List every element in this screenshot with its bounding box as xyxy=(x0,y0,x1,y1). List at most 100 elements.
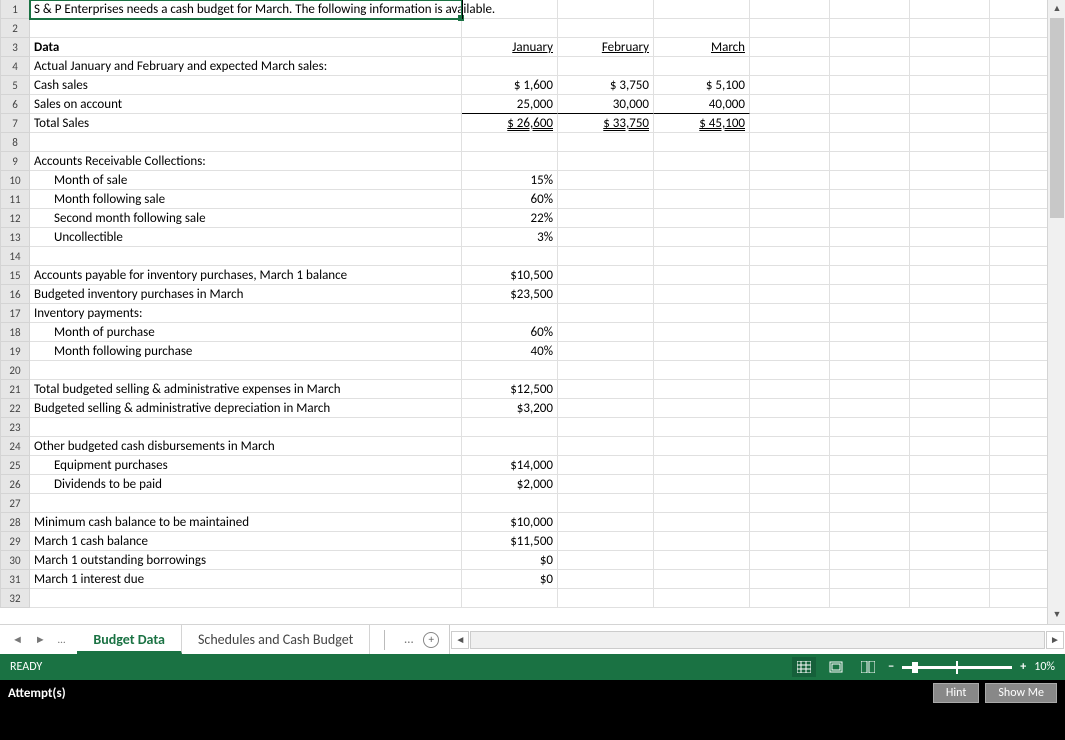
cell-B27[interactable] xyxy=(462,494,558,513)
cell-A11[interactable]: Month following sale xyxy=(30,190,462,209)
cell-C10[interactable] xyxy=(558,171,654,190)
cell-empty[interactable] xyxy=(910,152,990,171)
cell-A12[interactable]: Second month following sale xyxy=(30,209,462,228)
cell-empty[interactable] xyxy=(750,228,830,247)
cell-empty[interactable] xyxy=(750,76,830,95)
cell-empty[interactable] xyxy=(750,418,830,437)
row-header[interactable]: 18 xyxy=(0,323,30,342)
cell-empty[interactable] xyxy=(750,342,830,361)
row-header[interactable]: 3 xyxy=(0,38,30,57)
cell-B20[interactable] xyxy=(462,361,558,380)
cell-B13[interactable]: 3% xyxy=(462,228,558,247)
cell-C27[interactable] xyxy=(558,494,654,513)
cell-A14[interactable] xyxy=(30,247,462,266)
row-header[interactable]: 22 xyxy=(0,399,30,418)
cell-C30[interactable] xyxy=(558,551,654,570)
cell-empty[interactable] xyxy=(750,399,830,418)
cell-empty[interactable] xyxy=(910,494,990,513)
cell-empty[interactable] xyxy=(910,19,990,38)
cell-A4[interactable]: Actual January and February and expected… xyxy=(30,57,462,76)
cell-B18[interactable]: 60% xyxy=(462,323,558,342)
cell-empty[interactable] xyxy=(830,399,910,418)
cell-empty[interactable] xyxy=(750,589,830,608)
cell-empty[interactable] xyxy=(910,589,990,608)
cell-empty[interactable] xyxy=(750,494,830,513)
cell-B25[interactable]: $14,000 xyxy=(462,456,558,475)
scroll-down-arrow[interactable]: ▼ xyxy=(1048,606,1065,624)
show-me-button[interactable]: Show Me xyxy=(985,683,1057,703)
row-header[interactable]: 30 xyxy=(0,551,30,570)
row-header[interactable]: 21 xyxy=(0,380,30,399)
cell-D32[interactable] xyxy=(654,589,750,608)
cell-empty[interactable] xyxy=(750,152,830,171)
cell-B2[interactable] xyxy=(462,19,558,38)
cell-empty[interactable] xyxy=(910,570,990,589)
cell-empty[interactable] xyxy=(910,76,990,95)
row-header[interactable]: 17 xyxy=(0,304,30,323)
cell-B5[interactable]: $ 1,600 xyxy=(462,76,558,95)
cell-D12[interactable] xyxy=(654,209,750,228)
cell-D23[interactable] xyxy=(654,418,750,437)
cell-A3[interactable]: Data xyxy=(30,38,462,57)
cell-D28[interactable] xyxy=(654,513,750,532)
cell-empty[interactable] xyxy=(750,19,830,38)
cell-D6[interactable]: 40,000 xyxy=(654,95,750,114)
cell-C16[interactable] xyxy=(558,285,654,304)
row-header[interactable]: 11 xyxy=(0,190,30,209)
cell-B23[interactable] xyxy=(462,418,558,437)
cell-D1[interactable] xyxy=(654,0,750,19)
row-header[interactable]: 20 xyxy=(0,361,30,380)
cell-C31[interactable] xyxy=(558,570,654,589)
cell-empty[interactable] xyxy=(830,475,910,494)
cell-empty[interactable] xyxy=(830,456,910,475)
cell-D29[interactable] xyxy=(654,532,750,551)
cell-B9[interactable] xyxy=(462,152,558,171)
row-header[interactable]: 13 xyxy=(0,228,30,247)
cell-empty[interactable] xyxy=(750,190,830,209)
cell-empty[interactable] xyxy=(750,38,830,57)
cell-C11[interactable] xyxy=(558,190,654,209)
cell-empty[interactable] xyxy=(830,285,910,304)
cell-D2[interactable] xyxy=(654,19,750,38)
cell-C20[interactable] xyxy=(558,361,654,380)
spreadsheet-area[interactable]: 1S & P Enterprises needs a cash budget f… xyxy=(0,0,1065,624)
cell-empty[interactable] xyxy=(830,38,910,57)
cell-C14[interactable] xyxy=(558,247,654,266)
cell-D20[interactable] xyxy=(654,361,750,380)
cell-empty[interactable] xyxy=(830,57,910,76)
cell-empty[interactable] xyxy=(750,209,830,228)
cell-empty[interactable] xyxy=(750,437,830,456)
cell-D3[interactable]: March xyxy=(654,38,750,57)
cell-A9[interactable]: Accounts Receivable Collections: xyxy=(30,152,462,171)
zoom-out-icon[interactable]: − xyxy=(888,660,894,674)
cell-A6[interactable]: Sales on account xyxy=(30,95,462,114)
cell-A16[interactable]: Budgeted inventory purchases in March xyxy=(30,285,462,304)
cell-B24[interactable] xyxy=(462,437,558,456)
cell-empty[interactable] xyxy=(750,95,830,114)
cell-D14[interactable] xyxy=(654,247,750,266)
cell-D7[interactable]: $ 45,100 xyxy=(654,114,750,133)
cell-empty[interactable] xyxy=(910,399,990,418)
cell-B29[interactable]: $11,500 xyxy=(462,532,558,551)
cell-C22[interactable] xyxy=(558,399,654,418)
vertical-scrollbar[interactable]: ▲ ▼ xyxy=(1047,0,1065,624)
hint-button[interactable]: Hint xyxy=(933,683,979,703)
cell-empty[interactable] xyxy=(750,551,830,570)
cell-C32[interactable] xyxy=(558,589,654,608)
cell-D10[interactable] xyxy=(654,171,750,190)
cell-C1[interactable] xyxy=(558,0,654,19)
cell-C25[interactable] xyxy=(558,456,654,475)
cell-empty[interactable] xyxy=(750,247,830,266)
cell-empty[interactable] xyxy=(830,532,910,551)
cell-B28[interactable]: $10,000 xyxy=(462,513,558,532)
cell-D11[interactable] xyxy=(654,190,750,209)
cell-empty[interactable] xyxy=(910,190,990,209)
cell-C5[interactable]: $ 3,750 xyxy=(558,76,654,95)
cell-A7[interactable]: Total Sales xyxy=(30,114,462,133)
cell-A32[interactable] xyxy=(30,589,462,608)
cell-B31[interactable]: $0 xyxy=(462,570,558,589)
view-page-break-icon[interactable] xyxy=(856,657,880,677)
cell-empty[interactable] xyxy=(910,418,990,437)
cell-empty[interactable] xyxy=(910,532,990,551)
row-header[interactable]: 24 xyxy=(0,437,30,456)
